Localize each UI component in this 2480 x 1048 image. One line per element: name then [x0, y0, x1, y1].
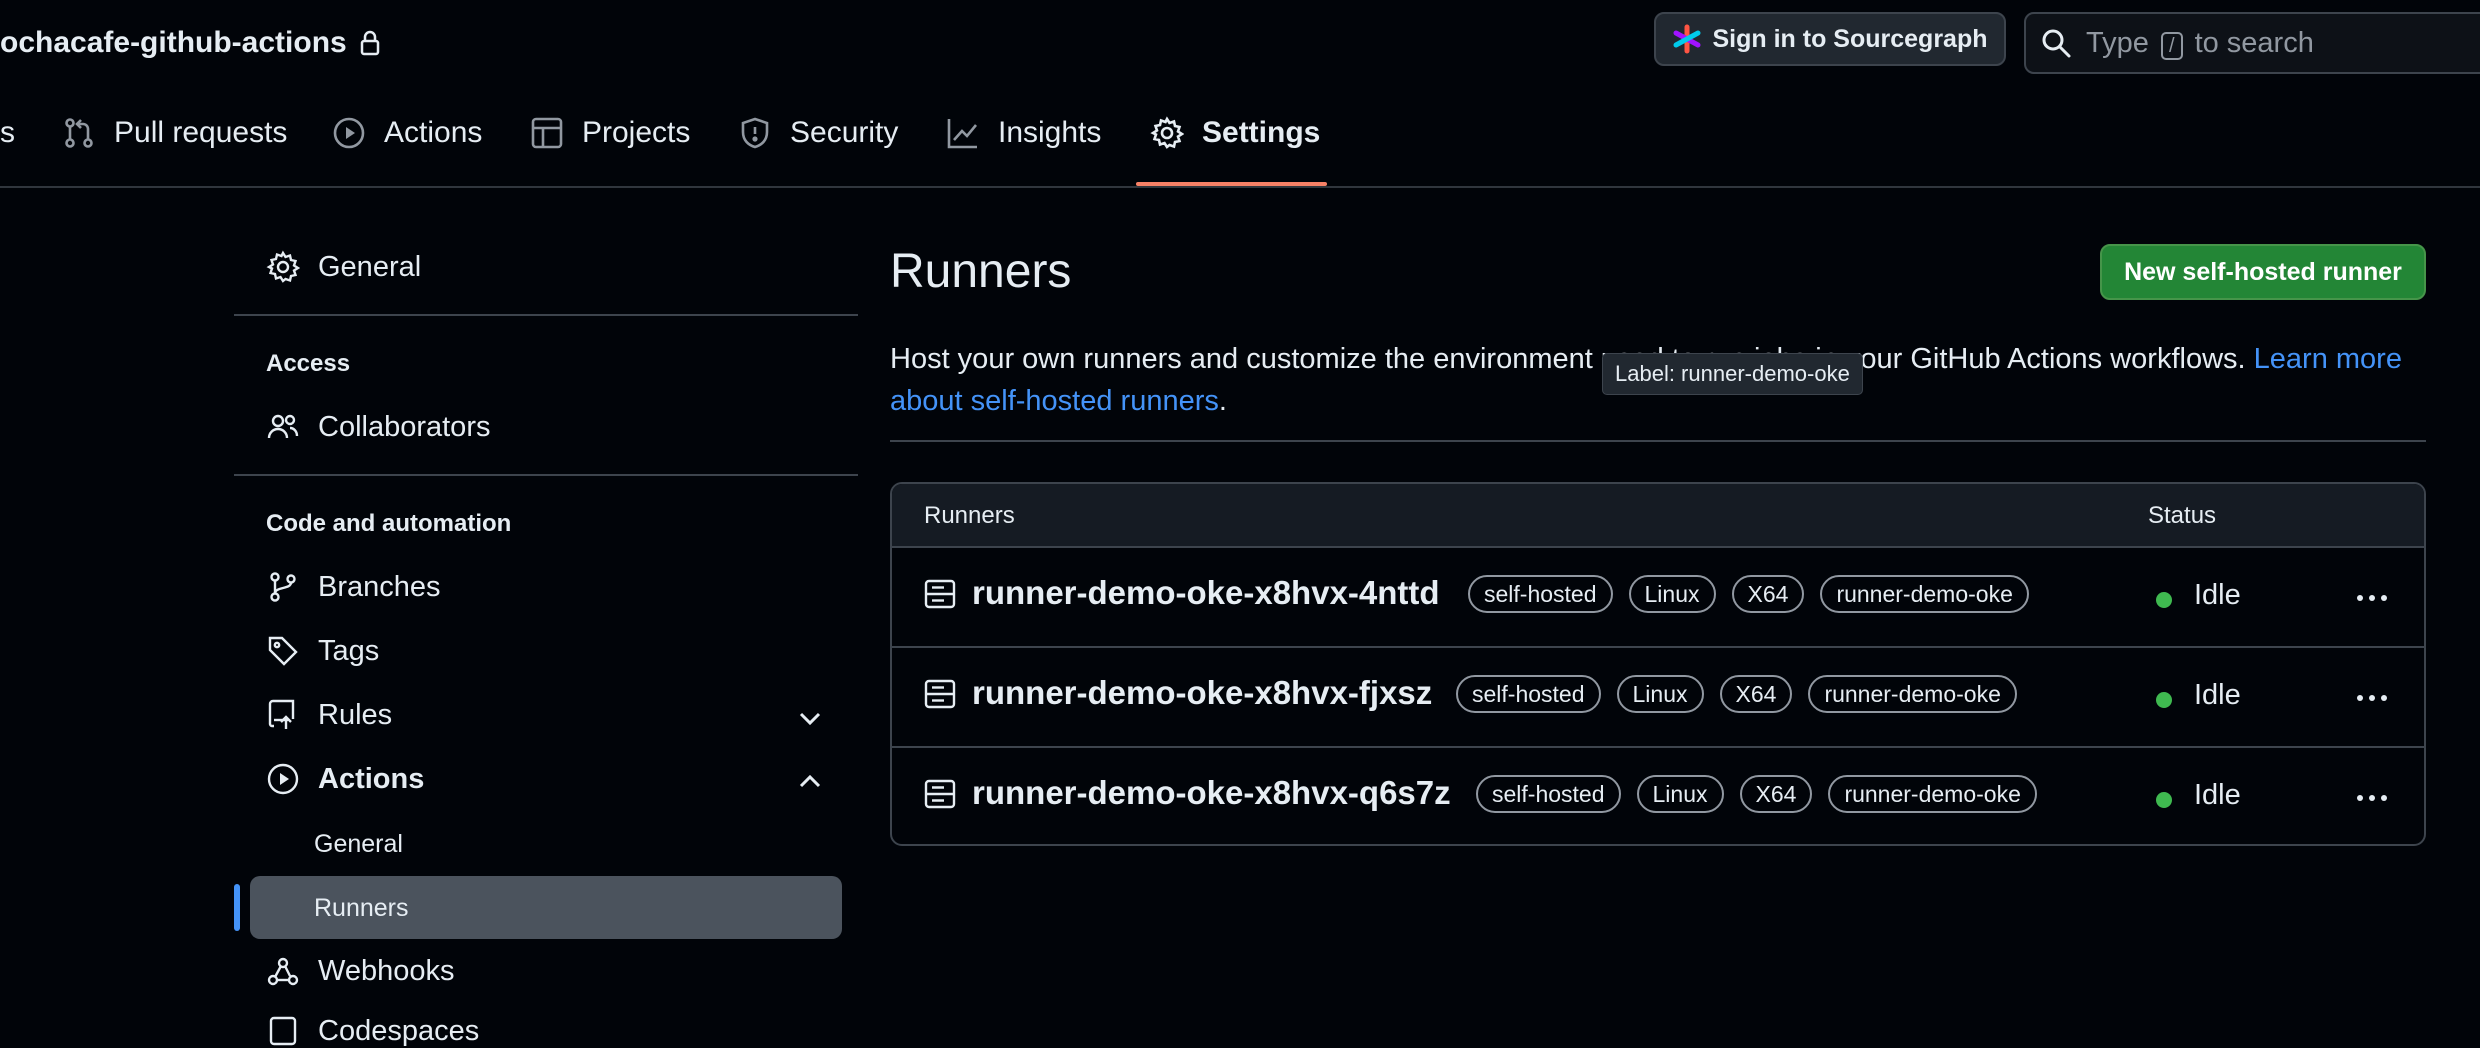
label-badge[interactable]: X64 [1739, 775, 1813, 813]
label-badge[interactable]: Linux [1628, 575, 1716, 613]
table-row: runner-demo-oke-x8hvx-q6s7z self-hosted … [892, 748, 2424, 844]
main-divider [890, 440, 2426, 442]
gear-icon [266, 250, 300, 283]
sidebar-divider [234, 314, 858, 316]
label-badge[interactable]: self-hosted [1468, 575, 1613, 613]
gear-icon [1150, 116, 1184, 149]
new-self-hosted-runner-button[interactable]: New self-hosted runner [2100, 244, 2426, 300]
search-placeholder: Type / to search [2086, 26, 2314, 60]
tab-projects[interactable]: Projects [530, 116, 690, 150]
kebab-menu-icon[interactable] [2352, 578, 2392, 618]
tab-security[interactable]: Security [738, 116, 898, 150]
label-badge[interactable]: Linux [1636, 775, 1724, 813]
column-header-runners: Runners [924, 502, 1015, 529]
runners-table: Runners Status runner-demo-oke-x8hvx-4nt… [890, 482, 2426, 846]
chevron-up-icon[interactable] [794, 766, 826, 798]
play-circle-icon [267, 763, 299, 795]
search-input[interactable]: Type / to search [2024, 12, 2480, 74]
sidebar-heading-code-automation: Code and automation [266, 510, 512, 537]
sidebar-item-webhooks[interactable]: Webhooks [266, 954, 455, 988]
table-icon [531, 117, 563, 149]
tag-icon [268, 636, 298, 666]
git-branch-icon [270, 572, 296, 602]
sidebar-item-branches[interactable]: Branches [266, 570, 441, 604]
sidebar-item-actions[interactable]: Actions [266, 762, 424, 796]
kebab-menu-icon[interactable] [2352, 678, 2392, 718]
label-badge[interactable]: X64 [1719, 675, 1793, 713]
tab-pull-requests[interactable]: Pull requests [62, 116, 287, 150]
status-dot-idle [2156, 792, 2172, 808]
sidebar-item-rules[interactable]: Rules [266, 698, 392, 732]
sidebar-subitem-actions-general[interactable]: General [314, 830, 403, 859]
status-dot-idle [2156, 592, 2172, 608]
tab-insights[interactable]: Insights [946, 116, 1101, 150]
table-row: runner-demo-oke-x8hvx-fjxsz self-hosted … [892, 648, 2424, 748]
chevron-down-icon[interactable] [794, 702, 826, 734]
sourcegraph-logo-icon [1673, 24, 1701, 54]
label-badge[interactable]: runner-demo-oke [1820, 575, 2029, 613]
label-tooltip: Label: runner-demo-oke [1602, 353, 1863, 395]
sidebar-item-general[interactable]: General [266, 250, 421, 284]
lock-icon [360, 30, 379, 56]
label-badge[interactable]: self-hosted [1456, 675, 1601, 713]
sidebar-heading-access: Access [266, 350, 351, 377]
sidebar-item-tags[interactable]: Tags [266, 634, 379, 668]
repo-push-icon [268, 699, 295, 729]
slash-key-hint: / [2160, 31, 2183, 60]
status-text: Idle [2194, 679, 2241, 711]
runner-labels: self-hosted Linux X64 runner-demo-oke [1476, 775, 2037, 813]
webhook-icon [267, 957, 299, 986]
play-circle-icon [333, 117, 365, 149]
codespaces-icon [269, 1016, 297, 1046]
runner-name[interactable]: runner-demo-oke-x8hvx-q6s7z [972, 774, 1451, 812]
active-indicator-bar [234, 884, 240, 931]
repo-header: ochacafe-github-actions Sign in to Sourc… [0, 0, 2480, 188]
runner-name[interactable]: runner-demo-oke-x8hvx-fjxsz [972, 674, 1432, 712]
people-icon [267, 414, 299, 439]
label-badge[interactable]: Linux [1616, 675, 1704, 713]
table-row: runner-demo-oke-x8hvx-4nttd self-hosted … [892, 548, 2424, 648]
server-icon [924, 779, 956, 809]
runner-labels: self-hosted Linux X64 runner-demo-oke [1456, 675, 2017, 713]
status-dot-idle [2156, 692, 2172, 708]
page-title: Runners [890, 245, 1072, 298]
sourcegraph-button-label: Sign in to Sourcegraph [1712, 24, 1988, 53]
label-badge[interactable]: runner-demo-oke [1808, 675, 2017, 713]
graph-icon [947, 119, 978, 149]
tab-settings[interactable]: Settings [1150, 116, 1320, 150]
label-badge[interactable]: self-hosted [1476, 775, 1621, 813]
server-icon [924, 579, 956, 609]
runner-labels: self-hosted Linux X64 runner-demo-oke [1468, 575, 2029, 613]
active-tab-underline [1136, 182, 1327, 186]
pull-request-icon [65, 118, 93, 148]
repo-title[interactable]: ochacafe-github-actions [0, 26, 381, 60]
runner-name[interactable]: runner-demo-oke-x8hvx-4nttd [972, 574, 1440, 612]
sidebar-subitem-runners[interactable]: Runners [314, 894, 409, 923]
label-badge[interactable]: X64 [1731, 575, 1805, 613]
status-text: Idle [2194, 779, 2241, 811]
label-badge[interactable]: runner-demo-oke [1828, 775, 2037, 813]
kebab-menu-icon[interactable] [2352, 778, 2392, 818]
column-header-status: Status [2148, 502, 2217, 529]
tab-actions[interactable]: Actions [332, 116, 482, 150]
table-header: Runners Status [892, 484, 2424, 548]
sidebar-item-partial[interactable]: Codespaces [266, 1014, 479, 1048]
sourcegraph-signin-button[interactable]: Sign in to Sourcegraph [1654, 12, 2006, 66]
server-icon [924, 679, 956, 709]
sidebar-divider [234, 474, 858, 476]
tab-code-partial[interactable]: s [0, 116, 15, 150]
search-icon [2042, 29, 2071, 58]
repo-name[interactable]: ochacafe-github-actions [0, 26, 347, 60]
sidebar-item-collaborators[interactable]: Collaborators [266, 410, 490, 444]
shield-icon [741, 117, 769, 149]
status-text: Idle [2194, 579, 2241, 611]
